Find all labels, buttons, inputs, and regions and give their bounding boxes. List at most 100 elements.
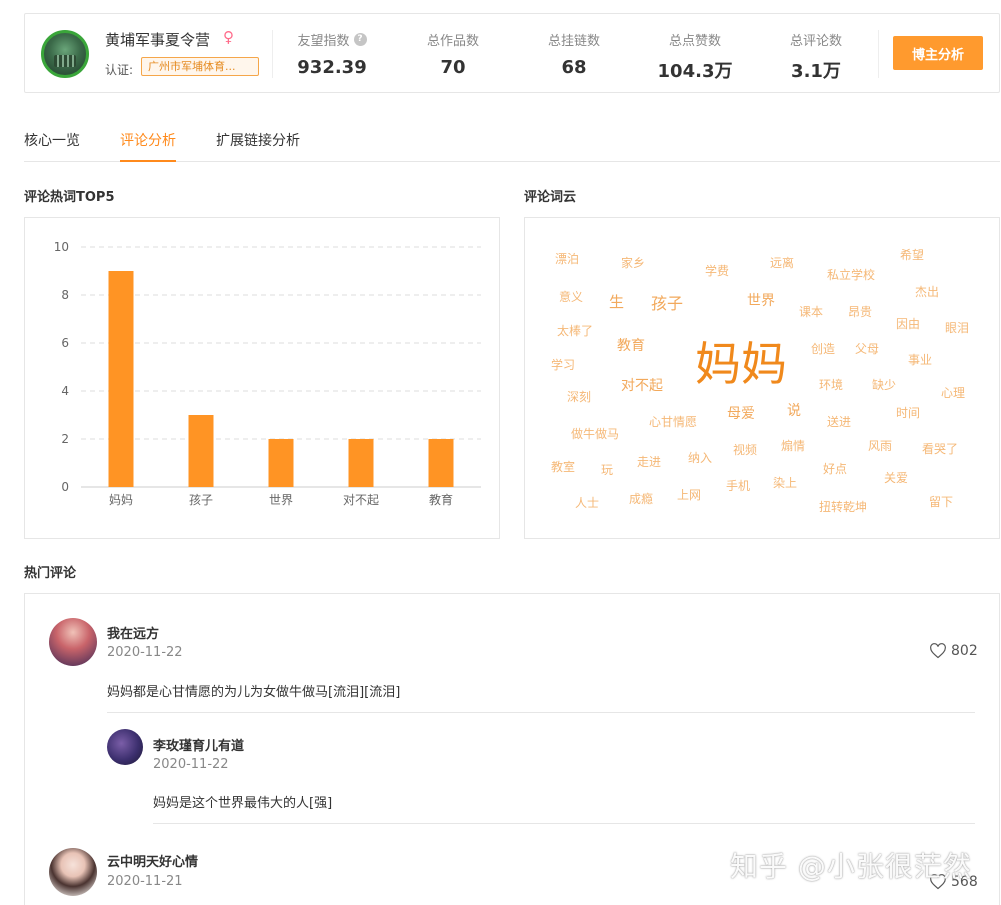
word-cloud-word: 环境 — [819, 378, 844, 392]
word-cloud-word: 太棒了 — [557, 324, 594, 338]
bar — [428, 439, 454, 487]
stat-label: 总挂链数 — [547, 34, 600, 49]
verify-badge: 广州市军埔体育... — [141, 57, 259, 76]
word-cloud-word: 事业 — [908, 353, 933, 367]
watermark: 知乎 @小张很茫然 — [730, 850, 972, 883]
word-cloud-word: 时间 — [896, 406, 921, 420]
word-cloud-word: 漂泊 — [555, 252, 580, 266]
word-cloud-word: 煽情 — [781, 439, 806, 453]
stat-value: 104.3万 — [657, 61, 733, 82]
stat-likes: 总点赞数 104.3万 — [640, 30, 750, 83]
stat-works: 总作品数 70 — [398, 30, 508, 78]
word-cloud-word: 染上 — [773, 476, 798, 490]
word-cloud-word: 好点 — [823, 462, 848, 476]
stat-label: 友望指数 — [297, 34, 350, 49]
stat-comments: 总评论数 3.1万 — [761, 30, 871, 83]
stat-value: 68 — [561, 57, 587, 78]
word-cloud-word: 远离 — [770, 256, 795, 270]
word-cloud-word: 缺少 — [872, 378, 897, 392]
bar — [348, 439, 374, 487]
stat-label: 总作品数 — [426, 34, 479, 49]
hot-words-bar-chart: 0 2 4 6 8 10 妈妈 孩子 世界 对不起 教育 — [54, 240, 481, 507]
comment-avatar[interactable] — [49, 618, 97, 666]
stat-links: 总挂链数 68 — [519, 30, 629, 78]
y-tick-label: 8 — [61, 288, 69, 302]
word-cloud-word: 玩 — [601, 463, 614, 477]
tab-link-analysis[interactable]: 扩展链接分析 — [216, 130, 300, 162]
y-tick-label: 10 — [54, 240, 69, 254]
divider — [107, 712, 975, 713]
comment-like[interactable]: 802 — [929, 643, 978, 659]
like-count: 802 — [951, 643, 978, 659]
word-cloud-word: 世界 — [747, 293, 775, 309]
heart-icon[interactable] — [929, 643, 947, 659]
reply-text: 妈妈是这个世界最伟大的人[强] — [153, 796, 333, 811]
x-tick-label: 教育 — [429, 492, 453, 507]
word-cloud-word: 说 — [787, 403, 801, 419]
word-cloud-word: 教育 — [617, 338, 645, 354]
word-cloud-word: 孩子 — [651, 294, 684, 313]
comment-date: 2020-11-22 — [107, 645, 183, 660]
comment-username[interactable]: 我在远方 — [107, 623, 159, 642]
word-cloud-word: 手机 — [726, 479, 751, 493]
bar — [108, 271, 134, 487]
word-cloud-word: 生 — [609, 293, 625, 311]
word-cloud-word: 眼泪 — [945, 321, 970, 335]
y-tick-label: 2 — [61, 432, 69, 446]
word-cloud-word: 风雨 — [868, 439, 893, 453]
word-cloud-word: 心理 — [941, 386, 966, 400]
help-icon[interactable]: ? — [353, 33, 367, 46]
word-cloud-word: 送进 — [827, 415, 852, 429]
word-cloud-panel: 妈妈 孩子 世界 对不起 教育 生母爱 说 漂泊 家乡 学费 远离 私立学校 希望 意义 杰出 课本 昂贵 太棒了… — [524, 217, 1000, 539]
profile-card: 黄埔军事夏令营 ♀ 认证: 广州市军埔体育... 友望指数? 932.39 总作… — [24, 13, 1000, 93]
profile-name[interactable]: 黄埔军事夏令营 — [105, 29, 210, 50]
word-cloud-word: 关爱 — [884, 471, 909, 485]
hot-comments-title: 热门评论 — [24, 566, 77, 581]
x-tick-label: 世界 — [269, 493, 293, 507]
comment-avatar[interactable] — [49, 848, 97, 896]
word-cloud-word: 父母 — [855, 342, 880, 356]
hot-words-title: 评论热词TOP5 — [24, 190, 115, 205]
stat-label: 总点赞数 — [668, 34, 721, 49]
hot-words-chart-panel: 0 2 4 6 8 10 妈妈 孩子 世界 对不起 教育 — [24, 217, 500, 539]
divider — [272, 30, 273, 78]
comment-username[interactable]: 云中明天好心情 — [107, 851, 198, 870]
bar — [268, 439, 294, 487]
divider — [153, 823, 975, 824]
reply-avatar[interactable] — [107, 729, 143, 765]
word-cloud-word: 看哭了 — [922, 442, 959, 456]
word-cloud-word: 做牛做马 — [571, 427, 620, 441]
verify-label: 认证: — [105, 63, 134, 77]
word-cloud-word: 走进 — [637, 455, 662, 469]
x-tick-label: 对不起 — [343, 493, 379, 507]
profile-avatar[interactable] — [41, 30, 89, 78]
reply-username[interactable]: 李玫瑾育儿有道 — [153, 735, 244, 754]
word-cloud-word: 母爱 — [727, 406, 755, 422]
divider — [878, 30, 879, 78]
tab-comment-analysis[interactable]: 评论分析 — [120, 130, 176, 162]
bar — [188, 415, 214, 487]
tab-core-overview[interactable]: 核心一览 — [24, 130, 80, 162]
comment-date: 2020-11-21 — [107, 874, 183, 889]
stat-label: 总评论数 — [789, 34, 842, 49]
word-cloud-word: 家乡 — [621, 256, 646, 270]
word-cloud-word: 心甘情愿 — [649, 415, 698, 429]
reply-date: 2020-11-22 — [153, 757, 229, 772]
word-cloud-word: 昂贵 — [848, 305, 873, 319]
blogger-analysis-button[interactable]: 博主分析 — [893, 36, 983, 70]
word-cloud-title: 评论词云 — [524, 190, 577, 205]
word-cloud-word: 课本 — [799, 305, 824, 319]
word-cloud-word: 留下 — [929, 495, 954, 509]
stat-value: 3.1万 — [791, 61, 841, 82]
word-cloud-word: 意义 — [559, 290, 584, 304]
x-tick-label: 妈妈 — [109, 493, 133, 507]
analysis-tabs: 核心一览 评论分析 扩展链接分析 — [24, 128, 1000, 162]
word-cloud-word: 纳入 — [688, 451, 713, 465]
stat-value: 932.39 — [297, 57, 367, 78]
word-cloud-word: 成瘾 — [629, 492, 654, 506]
word-cloud-word: 扭转乾坤 — [819, 500, 868, 514]
word-cloud-word: 上网 — [677, 488, 702, 502]
stat-index: 友望指数? 932.39 — [277, 30, 387, 78]
female-icon: ♀ — [223, 28, 234, 46]
word-cloud-word: 创造 — [811, 342, 836, 356]
